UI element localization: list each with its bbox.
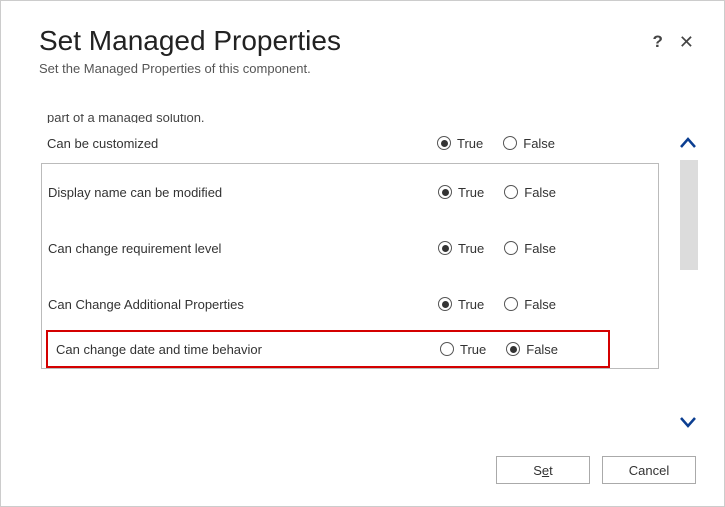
sub-properties-group: Display name can be modified True False … <box>41 163 659 369</box>
radio-customized-false[interactable]: False <box>503 136 555 151</box>
radio-customized-true[interactable]: True <box>437 136 483 151</box>
row-datetime-behavior: Can change date and time behavior True F… <box>50 332 604 366</box>
row-display-name: Display name can be modified True False <box>42 164 658 220</box>
content-area: part of a managed solution. Can be custo… <box>39 114 698 414</box>
radios-datetime-behavior: True False <box>440 342 558 357</box>
radio-displayname-true[interactable]: True <box>438 185 484 200</box>
radios-display-name: True False <box>438 185 556 200</box>
row-requirement-level: Can change requirement level True False <box>42 220 658 276</box>
close-icon[interactable]: ✕ <box>679 33 694 51</box>
set-button[interactable]: Set <box>496 456 590 484</box>
truncated-text: part of a managed solution. <box>47 114 698 123</box>
radio-reqlevel-false[interactable]: False <box>504 241 556 256</box>
radios-can-be-customized: True False <box>437 136 555 151</box>
dialog-title: Set Managed Properties <box>39 25 341 57</box>
managed-properties-dialog: Set Managed Properties Set the Managed P… <box>0 0 725 507</box>
radio-additional-true[interactable]: True <box>438 297 484 312</box>
radio-reqlevel-true[interactable]: True <box>438 241 484 256</box>
row-datetime-highlight: Can change date and time behavior True F… <box>46 330 610 368</box>
cancel-button[interactable]: Cancel <box>602 456 696 484</box>
scroll-down-icon[interactable] <box>676 410 700 434</box>
label-additional-properties: Can Change Additional Properties <box>48 297 438 312</box>
radio-datetime-true[interactable]: True <box>440 342 486 357</box>
row-additional-properties: Can Change Additional Properties True Fa… <box>42 276 658 332</box>
radio-additional-false[interactable]: False <box>504 297 556 312</box>
header-text: Set Managed Properties Set the Managed P… <box>39 25 341 76</box>
dialog-header: Set Managed Properties Set the Managed P… <box>39 25 698 76</box>
dialog-subtitle: Set the Managed Properties of this compo… <box>39 61 341 76</box>
label-display-name: Display name can be modified <box>48 185 438 200</box>
header-icons: ? ✕ <box>653 25 698 51</box>
scroll-up-icon[interactable] <box>676 132 700 156</box>
radio-datetime-false[interactable]: False <box>506 342 558 357</box>
help-icon[interactable]: ? <box>653 33 663 51</box>
scrollbar-thumb[interactable] <box>680 160 698 270</box>
dialog-footer: Set Cancel <box>496 456 696 484</box>
label-datetime-behavior: Can change date and time behavior <box>56 342 440 357</box>
radios-additional-properties: True False <box>438 297 556 312</box>
label-requirement-level: Can change requirement level <box>48 241 438 256</box>
radios-requirement-level: True False <box>438 241 556 256</box>
row-can-be-customized: Can be customized True False <box>39 129 698 157</box>
label-can-be-customized: Can be customized <box>47 136 437 151</box>
radio-displayname-false[interactable]: False <box>504 185 556 200</box>
